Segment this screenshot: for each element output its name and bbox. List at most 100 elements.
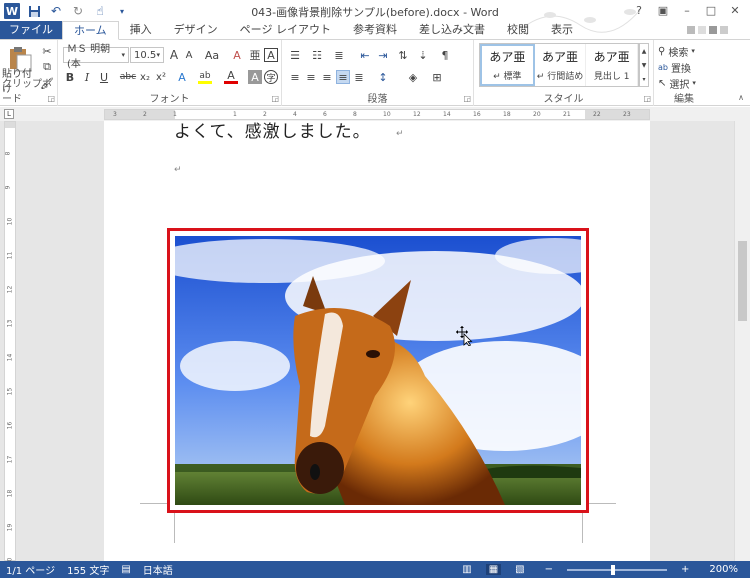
italic-button[interactable]: I (80, 70, 94, 84)
ruler-tick-label: 4 (293, 111, 297, 118)
move-cursor-icon (456, 326, 473, 346)
minimize-button[interactable]: – (676, 2, 698, 18)
style-normal[interactable]: あア亜 ↵ 標準 (480, 44, 535, 86)
web-layout-icon[interactable]: ▧ (509, 564, 530, 575)
bold-button[interactable]: B (63, 70, 77, 84)
tab-selector-icon[interactable]: L (4, 109, 14, 119)
font-group-label: フォント (149, 94, 190, 105)
replace-button[interactable]: ab 置換 (658, 60, 691, 75)
chevron-up-icon[interactable]: ▲ (642, 48, 647, 55)
line-spacing-icon[interactable]: ↕ (376, 70, 390, 84)
cut-icon[interactable]: ✂ (40, 44, 54, 58)
tab-home[interactable]: ホーム (62, 21, 119, 40)
increase-indent-icon[interactable]: ⇥ (376, 48, 390, 62)
vertical-scrollbar[interactable] (734, 121, 750, 561)
font-color-icon[interactable]: A (224, 69, 238, 84)
numbering-icon[interactable]: ☷ (310, 48, 324, 62)
page-count[interactable]: 1/1 ページ (0, 562, 61, 577)
font-name-select[interactable]: ＭＳ 明朝 (本 ▾ (63, 44, 129, 70)
find-button[interactable]: ⚲ 検索 ▾ (658, 44, 695, 59)
change-case-icon[interactable]: Aa (201, 48, 223, 62)
bullets-icon[interactable]: ☰ (288, 48, 302, 62)
help-button[interactable]: ? (628, 2, 650, 18)
multilevel-list-icon[interactable]: ≣ (332, 48, 346, 62)
cursor-icon: ↖ (658, 77, 667, 89)
character-shading-icon[interactable]: A (248, 70, 262, 84)
styles-scroll[interactable]: ▲ ▼ ▾ (639, 43, 649, 87)
ruler-tick-label: 9 (4, 185, 12, 190)
strikethrough-button[interactable]: abc (118, 70, 138, 84)
style-heading-1[interactable]: あア亜 見出し 1 (586, 44, 639, 86)
ruler-tick-label: 2 (263, 111, 267, 118)
tab-mailings[interactable]: 差し込み文書 (408, 21, 496, 39)
show-marks-icon[interactable]: ¶ (438, 48, 452, 62)
paragraph-launcher-icon[interactable]: ◲ (463, 94, 471, 103)
zoom-in-button[interactable]: + (675, 564, 695, 575)
shading-icon[interactable]: ◈ (406, 70, 420, 84)
ribbon-display-button[interactable]: ▣ (652, 2, 674, 18)
horse-photo[interactable] (175, 236, 581, 505)
align-right-icon[interactable]: ≡ (320, 70, 334, 84)
phonetic-guide-icon[interactable]: 亜 (248, 48, 262, 62)
zoom-out-button[interactable]: − (539, 564, 559, 575)
more-icon[interactable]: ▾ (642, 76, 645, 83)
superscript-button[interactable]: x² (154, 70, 168, 84)
chevron-down-icon[interactable]: ▼ (642, 62, 647, 69)
ruler-tick-label: 19 (6, 523, 14, 532)
language[interactable]: 日本語 (137, 562, 179, 577)
decrease-indent-icon[interactable]: ⇤ (358, 48, 372, 62)
underline-button[interactable]: U (97, 70, 111, 84)
vertical-ruler[interactable]: 891011121314151617181920 (4, 121, 16, 561)
clipboard-launcher-icon[interactable]: ◲ (47, 94, 55, 103)
grow-font-icon[interactable]: A (167, 48, 181, 62)
styles-launcher-icon[interactable]: ◲ (643, 94, 651, 103)
tab-design[interactable]: デザイン (163, 21, 229, 39)
align-center-icon[interactable]: ≡ (304, 70, 318, 84)
enclose-characters-icon[interactable]: 字 (264, 70, 278, 84)
proofing-icon[interactable]: ▤ (115, 564, 136, 575)
copy-icon[interactable]: ⧉ (40, 60, 54, 74)
zoom-slider-thumb[interactable] (611, 564, 616, 575)
style-no-spacing[interactable]: あア亜 ↵ 行間詰め (535, 44, 587, 86)
selected-picture[interactable] (167, 228, 589, 513)
ruler-tick-label: 22 (593, 111, 601, 118)
tab-page-layout[interactable]: ページ レイアウト (229, 21, 342, 39)
character-border-icon[interactable]: A (264, 48, 278, 62)
select-label: 選択 (669, 79, 690, 91)
ruler-tick-label: 1 (233, 111, 237, 118)
close-button[interactable]: ✕ (724, 2, 746, 18)
zoom-level[interactable]: 200% (703, 564, 744, 575)
distributed-icon[interactable]: ≣ (352, 70, 366, 84)
font-launcher-icon[interactable]: ◲ (271, 94, 279, 103)
print-layout-icon[interactable]: ▦ (485, 564, 502, 575)
collapse-ribbon-icon[interactable]: ∧ (738, 93, 744, 102)
tab-insert[interactable]: 挿入 (119, 21, 163, 39)
select-button[interactable]: ↖ 選択 ▾ (658, 76, 696, 91)
scrollbar-thumb[interactable] (738, 241, 747, 321)
tab-file[interactable]: ファイル (0, 21, 62, 39)
read-mode-icon[interactable]: ▥ (456, 564, 477, 575)
word-count[interactable]: 155 文字 (61, 562, 115, 577)
chevron-down-icon: ▾ (156, 51, 160, 59)
shrink-font-icon[interactable]: A (182, 48, 196, 62)
justify-icon[interactable]: ≡ (336, 70, 350, 84)
asian-layout-icon[interactable]: ⇅ (396, 48, 410, 62)
font-name-value: ＭＳ 明朝 (本 (67, 44, 111, 70)
zoom-slider[interactable] (567, 564, 668, 575)
tab-review[interactable]: 校閲 (496, 21, 540, 39)
chevron-down-icon: ▾ (691, 47, 695, 55)
subscript-button[interactable]: x₂ (138, 70, 152, 84)
maximize-button[interactable]: □ (700, 2, 722, 18)
align-left-icon[interactable]: ≡ (288, 70, 302, 84)
clear-formatting-icon[interactable]: A (230, 48, 244, 62)
tab-view[interactable]: 表示 (540, 21, 584, 39)
text-effects-icon[interactable]: A (175, 70, 189, 84)
borders-icon[interactable]: ⊞ (430, 70, 444, 84)
body-text-line[interactable]: よくて、感激しました。 (174, 121, 371, 142)
sort-icon[interactable]: ⇣ (416, 48, 430, 62)
highlight-icon[interactable]: ab (198, 70, 212, 84)
tab-references[interactable]: 参考資料 (342, 21, 408, 39)
user-account[interactable] (687, 21, 750, 39)
horizontal-ruler[interactable]: 3 2 1 1 2 4 6 8 10 12 14 16 18 20 21 22 23 (104, 109, 650, 120)
font-size-select[interactable]: 10.5 ▾ (130, 47, 164, 63)
